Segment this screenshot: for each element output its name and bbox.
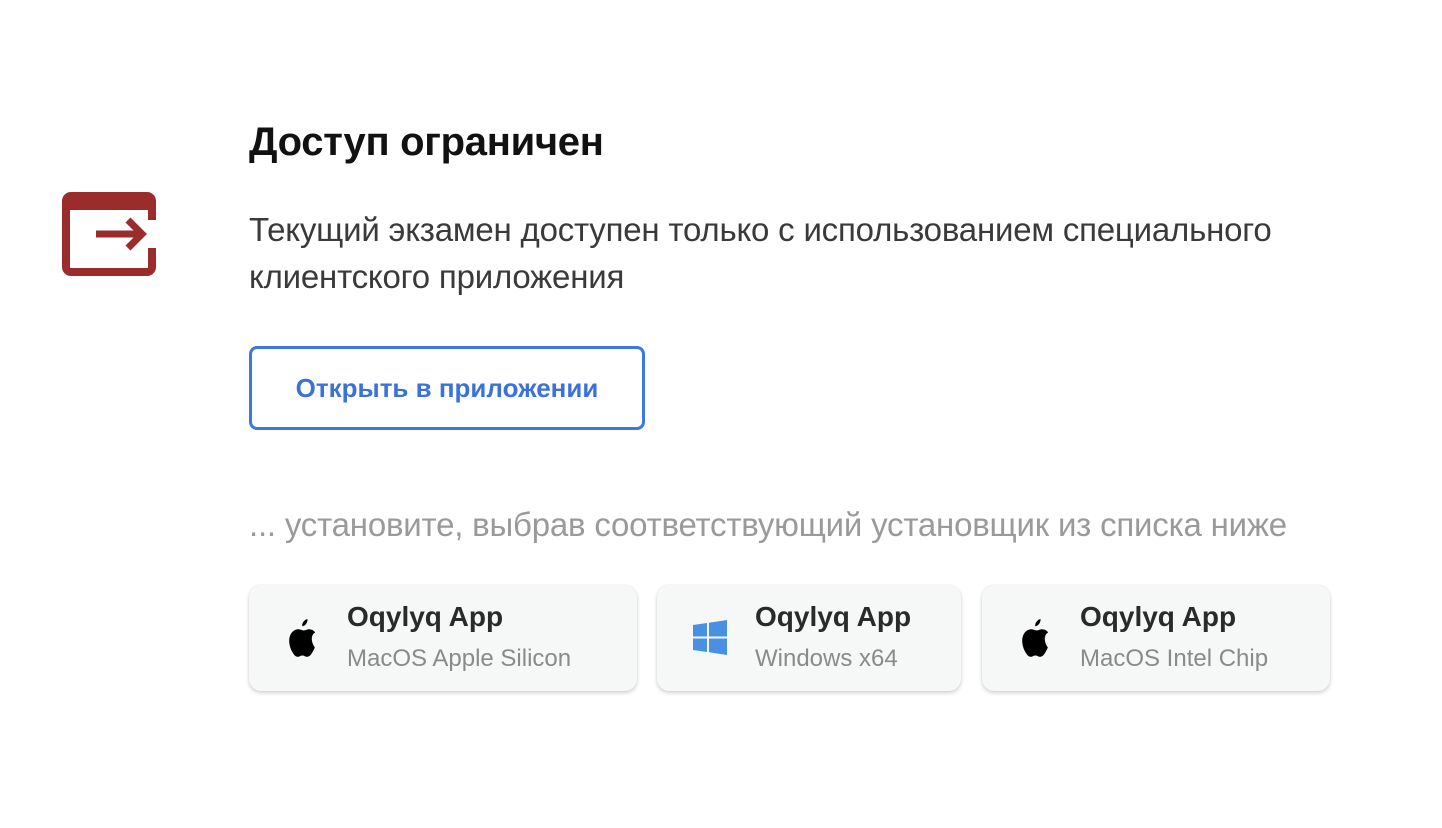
installer-macos-apple-silicon[interactable]: Oqylyq App MacOS Apple Silicon <box>249 585 637 691</box>
notice-description: Текущий экзамен доступен только с исполь… <box>249 211 1272 295</box>
apple-icon <box>1022 619 1049 657</box>
installer-title: Oqylyq App <box>1080 601 1237 632</box>
installer-windows-x64[interactable]: Oqylyq App Windows x64 <box>657 585 961 691</box>
apple-icon <box>289 619 316 657</box>
installer-subtitle: Windows x64 <box>755 645 898 672</box>
installer-subtitle: MacOS Intel Chip <box>1080 645 1269 672</box>
installer-title: Oqylyq App <box>755 601 912 632</box>
install-hint: ... установите, выбрав соответствующий у… <box>249 506 1287 543</box>
installer-subtitle: MacOS Apple Silicon <box>347 645 572 672</box>
restricted-access-page: Доступ ограничен Текущий экзамен доступе… <box>0 0 1442 828</box>
exit-to-app-icon <box>62 192 156 276</box>
windows-icon <box>693 620 727 655</box>
notice-content: Доступ ограничен Текущий экзамен доступе… <box>249 118 1409 430</box>
open-in-app-button[interactable]: Открыть в приложении <box>249 346 645 430</box>
installer-macos-intel-chip[interactable]: Oqylyq App MacOS Intel Chip <box>982 585 1330 691</box>
installer-title: Oqylyq App <box>347 601 504 632</box>
page-title: Доступ ограничен <box>249 120 604 164</box>
